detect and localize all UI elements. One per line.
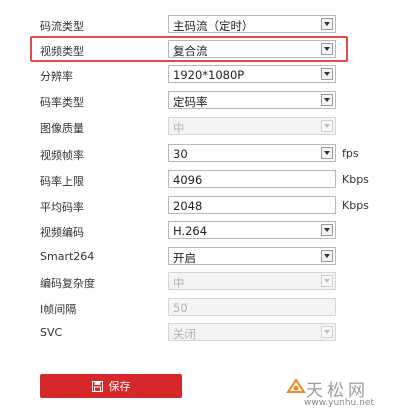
form-row-svc: SVC 关闭: [0, 320, 400, 346]
svc-value: 关闭: [173, 327, 196, 341]
form-row-video-type: 视频类型 复合流: [0, 37, 400, 63]
max-bitrate-unit: Kbps: [342, 173, 369, 186]
form-row-stream-type: 码流类型 主码流（定时）: [0, 12, 400, 38]
smart264-select[interactable]: 开启: [168, 247, 336, 265]
max-bitrate-label: 码率上限: [40, 175, 84, 188]
chevron-down-icon[interactable]: [321, 18, 333, 30]
avg-bitrate-input[interactable]: 2048: [168, 196, 336, 214]
form-row-max-bitrate: 码率上限 4096 Kbps: [0, 167, 400, 193]
frame-rate-select[interactable]: 30: [168, 144, 336, 162]
bitrate-type-value: 定码率: [173, 95, 208, 109]
resolution-value: 1920*1080P: [173, 68, 245, 82]
form-row-smart264: Smart264 开启: [0, 244, 400, 270]
frame-rate-unit: fps: [342, 147, 359, 160]
smart264-label: Smart264: [40, 250, 95, 263]
form-row-image-quality: 图像质量 中: [0, 114, 400, 140]
chevron-down-icon[interactable]: [321, 43, 333, 55]
video-encoding-label: 视频编码: [40, 226, 84, 239]
chevron-down-icon: [321, 275, 333, 287]
stream-type-value: 主码流（定时）: [173, 19, 254, 33]
max-bitrate-input[interactable]: 4096: [168, 170, 336, 188]
image-quality-select: 中: [168, 117, 336, 135]
chevron-down-icon[interactable]: [321, 68, 333, 80]
iframe-interval-input: 50: [168, 298, 336, 316]
chevron-down-icon[interactable]: [321, 94, 333, 106]
frame-rate-label: 视频帧率: [40, 149, 84, 162]
avg-bitrate-label: 平均码率: [40, 201, 84, 214]
save-button-label: 保存: [108, 380, 131, 393]
smart264-value: 开启: [173, 251, 196, 265]
svc-label: SVC: [40, 326, 63, 339]
chevron-down-icon[interactable]: [321, 224, 333, 236]
logo-icon: [286, 378, 306, 396]
iframe-interval-label: I帧间隔: [40, 303, 77, 316]
encoding-complexity-value: 中: [173, 276, 185, 290]
form-row-encoding-complexity: 编码复杂度 中: [0, 269, 400, 295]
watermark: 天松网 www.yunhu.net: [284, 376, 394, 410]
max-bitrate-value: 4096: [173, 173, 203, 187]
svc-select: 关闭: [168, 323, 336, 341]
stream-type-label: 码流类型: [40, 20, 84, 33]
form-row-iframe-interval: I帧间隔 50: [0, 295, 400, 321]
save-button[interactable]: 保存: [40, 374, 182, 398]
avg-bitrate-unit: Kbps: [342, 199, 369, 212]
form-row-resolution: 分辨率 1920*1080P: [0, 62, 400, 88]
video-type-label: 视频类型: [40, 45, 84, 58]
bitrate-type-select[interactable]: 定码率: [168, 91, 336, 109]
iframe-interval-value: 50: [173, 301, 188, 315]
chevron-down-icon[interactable]: [321, 250, 333, 262]
encoding-complexity-select: 中: [168, 272, 336, 290]
chevron-down-icon[interactable]: [321, 147, 333, 159]
image-quality-label: 图像质量: [40, 122, 84, 135]
resolution-select[interactable]: 1920*1080P: [168, 65, 336, 83]
frame-rate-value: 30: [173, 147, 188, 161]
video-encoding-select[interactable]: H.264: [168, 221, 336, 239]
chevron-down-icon: [321, 326, 333, 338]
video-type-select[interactable]: 复合流: [168, 40, 336, 58]
stream-type-select[interactable]: 主码流（定时）: [168, 15, 336, 33]
video-encoding-value: H.264: [173, 224, 208, 238]
avg-bitrate-value: 2048: [173, 199, 203, 213]
form-row-avg-bitrate: 平均码率 2048 Kbps: [0, 193, 400, 219]
encoding-complexity-label: 编码复杂度: [40, 277, 95, 290]
chevron-down-icon: [321, 120, 333, 132]
image-quality-value: 中: [173, 121, 185, 135]
form-row-video-encoding: 视频编码 H.264: [0, 218, 400, 244]
form-row-bitrate-type: 码率类型 定码率: [0, 88, 400, 114]
video-type-value: 复合流: [173, 44, 208, 58]
bitrate-type-label: 码率类型: [40, 96, 84, 109]
save-icon: [91, 380, 103, 392]
watermark-url: www.yunhu.net: [304, 398, 374, 408]
resolution-label: 分辨率: [40, 70, 73, 83]
form-row-frame-rate: 视频帧率 30 fps: [0, 141, 400, 167]
